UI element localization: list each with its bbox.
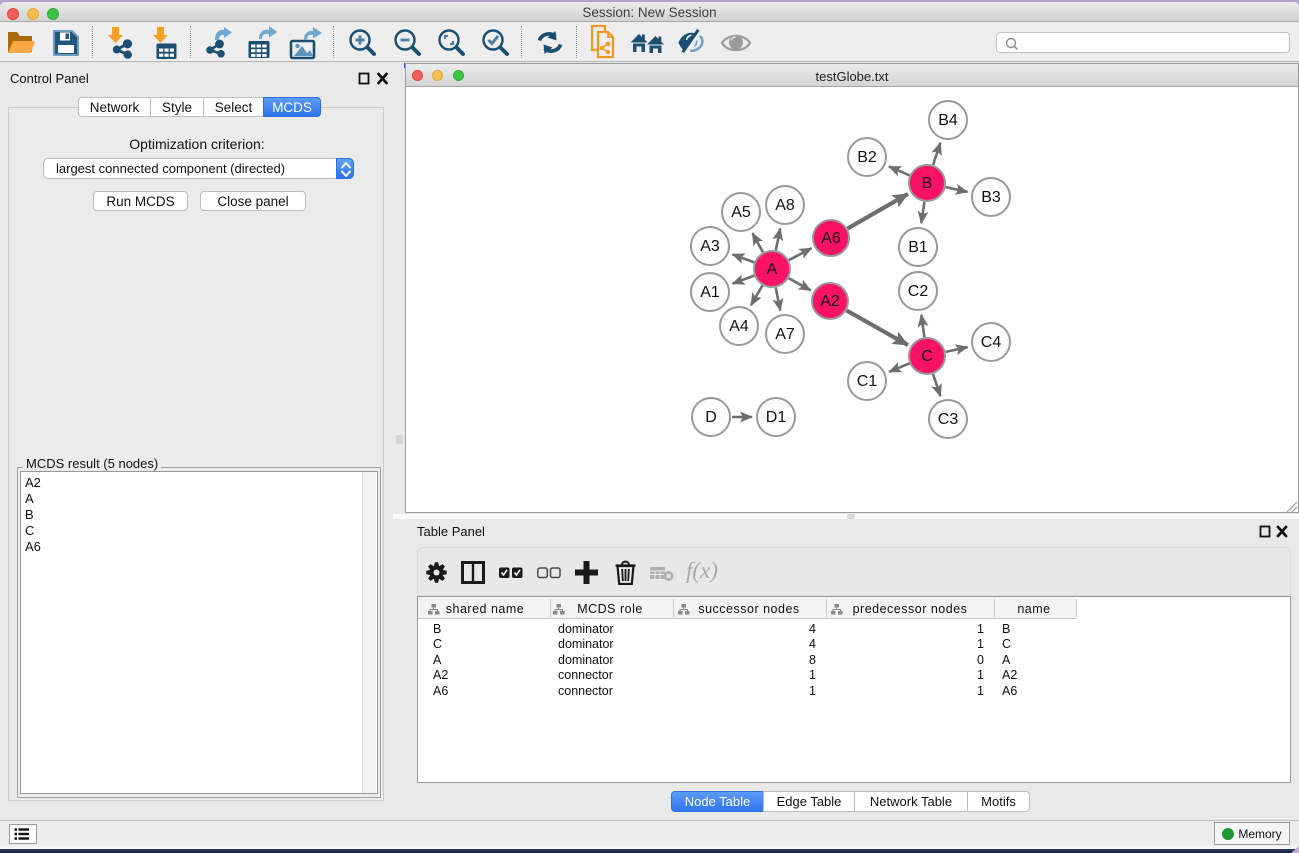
svg-text:B4: B4 <box>938 112 958 129</box>
svg-text:A6: A6 <box>821 230 841 247</box>
svg-text:D: D <box>705 409 717 426</box>
svg-text:A4: A4 <box>729 318 749 335</box>
svg-text:B2: B2 <box>857 149 877 166</box>
svg-text:C3: C3 <box>938 411 959 428</box>
svg-text:C4: C4 <box>981 334 1002 351</box>
svg-text:A7: A7 <box>775 326 795 343</box>
svg-text:A1: A1 <box>700 284 720 301</box>
svg-text:A2: A2 <box>820 293 840 310</box>
svg-text:A3: A3 <box>700 238 720 255</box>
svg-text:A: A <box>767 261 778 278</box>
svg-text:B1: B1 <box>908 239 928 256</box>
svg-text:C: C <box>921 348 933 365</box>
svg-text:D1: D1 <box>766 409 787 426</box>
svg-text:A8: A8 <box>775 197 795 214</box>
svg-text:C1: C1 <box>857 373 878 390</box>
svg-text:A5: A5 <box>731 204 751 221</box>
svg-text:B3: B3 <box>981 189 1001 206</box>
svg-text:B: B <box>922 175 933 192</box>
svg-text:C2: C2 <box>908 283 929 300</box>
